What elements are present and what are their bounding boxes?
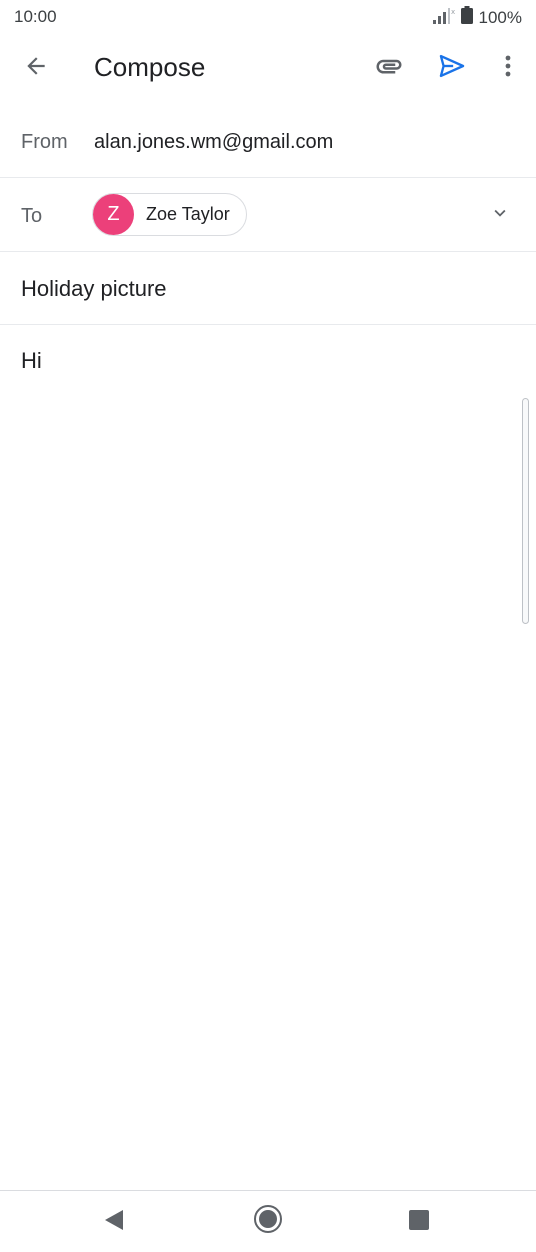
recipient-chip[interactable]: Z Zoe Taylor — [92, 193, 247, 236]
send-button[interactable] — [430, 46, 474, 90]
chevron-down-icon — [489, 202, 511, 229]
body-field[interactable]: Hi — [0, 326, 536, 1190]
battery-icon — [460, 6, 473, 29]
back-arrow-icon — [23, 53, 49, 84]
navigation-bar — [0, 1190, 536, 1252]
from-row[interactable]: From alan.jones.wm@gmail.com — [0, 104, 536, 178]
subject-field[interactable]: Holiday picture — [21, 276, 167, 302]
page-title: Compose — [94, 52, 206, 82]
more-vert-icon — [504, 54, 512, 83]
body-text[interactable]: Hi — [21, 348, 42, 374]
signal-icon: x — [432, 6, 455, 29]
status-icons: x 100% — [432, 6, 522, 29]
battery-percent: 100% — [478, 7, 522, 27]
nav-recents-icon — [409, 1209, 429, 1235]
from-label: From — [21, 131, 68, 153]
expand-recipients-button[interactable] — [478, 193, 522, 237]
nav-home-button[interactable] — [246, 1201, 290, 1241]
more-options-button[interactable] — [486, 46, 530, 90]
to-label: To — [21, 205, 43, 227]
nav-back-button[interactable] — [92, 1205, 136, 1239]
nav-home-icon — [253, 1204, 283, 1239]
send-icon — [438, 52, 466, 85]
to-row[interactable]: To Z Zoe Taylor — [0, 178, 536, 252]
scrollbar[interactable] — [522, 398, 529, 624]
app-bar: Compose — [0, 34, 536, 102]
back-button[interactable] — [14, 46, 58, 90]
nav-recents-button[interactable] — [397, 1205, 441, 1239]
status-time: 10:00 — [14, 7, 57, 26]
nav-back-icon — [104, 1209, 124, 1236]
subject-row[interactable]: Holiday picture — [0, 252, 536, 325]
attach-button[interactable] — [366, 46, 412, 90]
avatar: Z — [93, 194, 134, 235]
from-account[interactable]: alan.jones.wm@gmail.com — [94, 131, 333, 154]
paperclip-icon — [374, 51, 404, 86]
status-bar: 10:00 x 100% — [0, 0, 536, 34]
recipient-name: Zoe Taylor — [146, 204, 230, 224]
svg-text:x: x — [451, 8, 455, 16]
